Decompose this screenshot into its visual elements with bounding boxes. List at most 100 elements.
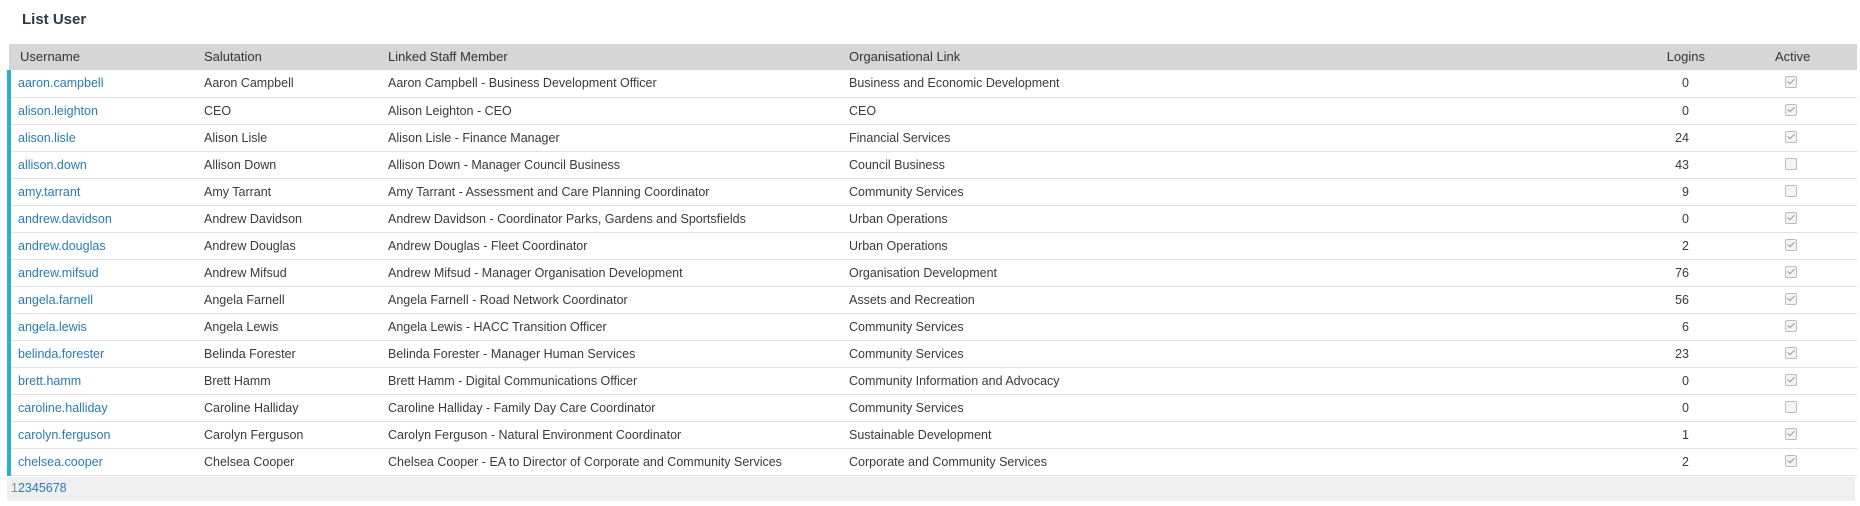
active-checkbox[interactable] bbox=[1785, 292, 1797, 305]
cell-logins: 6 bbox=[1682, 319, 1689, 334]
cell-linked-staff: Aaron Campbell - Business Development Of… bbox=[388, 76, 657, 91]
username-link[interactable]: chelsea.cooper bbox=[18, 455, 103, 469]
page-link-4[interactable]: 4 bbox=[32, 481, 39, 495]
table-row[interactable]: amy.tarrant Amy Tarrant Amy Tarrant - Asse… bbox=[7, 178, 1857, 205]
username-link[interactable]: caroline.halliday bbox=[18, 401, 108, 415]
column-header-linked-staff[interactable]: Linked Staff Member bbox=[377, 44, 838, 70]
table-row[interactable]: brett.hamm Brett Hamm Brett Hamm - Digital… bbox=[7, 367, 1857, 394]
column-header-salutation[interactable]: Salutation bbox=[193, 44, 377, 70]
cell-logins: 76 bbox=[1675, 265, 1689, 280]
cell-org-link: Community Services bbox=[849, 319, 964, 334]
table-row[interactable]: caroline.halliday Caroline Halliday Caroli… bbox=[7, 394, 1857, 421]
table-row[interactable]: aaron.campbell Aaron Campbell Aaron Campbe… bbox=[7, 70, 1857, 97]
column-header-active[interactable]: Active bbox=[1743, 44, 1857, 70]
page-link-1[interactable]: 1 bbox=[11, 481, 18, 495]
active-checkbox[interactable] bbox=[1785, 400, 1797, 413]
page-link-3[interactable]: 3 bbox=[25, 481, 32, 495]
cell-active bbox=[1743, 70, 1857, 97]
cell-username: andrew.davidson bbox=[7, 205, 193, 232]
cell-linked-staff: Angela Lewis - HACC Transition Officer bbox=[388, 319, 607, 334]
cell-org-link: Community Services bbox=[849, 184, 964, 199]
username-link[interactable]: andrew.mifsud bbox=[18, 266, 99, 280]
username-link[interactable]: angela.farnell bbox=[18, 293, 93, 307]
cell-salutation: Brett Hamm bbox=[204, 373, 271, 388]
cell-salutation: Belinda Forester bbox=[204, 346, 296, 361]
cell-org-link: Community Information and Advocacy bbox=[849, 373, 1060, 388]
username-link[interactable]: belinda.forester bbox=[18, 347, 104, 361]
username-link[interactable]: andrew.davidson bbox=[18, 212, 112, 226]
active-checkbox[interactable] bbox=[1785, 103, 1797, 116]
username-link[interactable]: alison.leighton bbox=[18, 104, 98, 118]
cell-org-link: Corporate and Community Services bbox=[849, 454, 1047, 469]
username-link[interactable]: allison.down bbox=[18, 158, 87, 172]
pagination: 12345678 bbox=[7, 477, 1855, 501]
cell-logins: 0 bbox=[1682, 400, 1689, 415]
cell-org-link: Organisation Development bbox=[849, 265, 997, 280]
cell-linked-staff: Andrew Mifsud - Manager Organisation Dev… bbox=[388, 265, 683, 280]
cell-salutation: Andrew Mifsud bbox=[204, 265, 287, 280]
active-checkbox[interactable] bbox=[1785, 238, 1797, 251]
cell-active bbox=[1743, 340, 1857, 367]
table-row[interactable]: belinda.forester Belinda Forester Belinda … bbox=[7, 340, 1857, 367]
cell-active bbox=[1743, 259, 1857, 286]
active-checkbox[interactable] bbox=[1785, 157, 1797, 170]
table-row[interactable]: alison.lisle Alison Lisle Alison Lisle - F… bbox=[7, 124, 1857, 151]
active-checkbox[interactable] bbox=[1785, 211, 1797, 224]
active-checkbox[interactable] bbox=[1785, 373, 1797, 386]
username-link[interactable]: alison.lisle bbox=[18, 131, 76, 145]
cell-active bbox=[1743, 286, 1857, 313]
column-header-username[interactable]: Username bbox=[9, 44, 193, 70]
table-row[interactable]: andrew.douglas Andrew Douglas Andrew Dougl… bbox=[7, 232, 1857, 259]
cell-active bbox=[1743, 448, 1857, 475]
table-row[interactable]: andrew.davidson Andrew Davidson Andrew Dav… bbox=[7, 205, 1857, 232]
column-header-logins[interactable]: Logins bbox=[1649, 44, 1743, 70]
cell-active bbox=[1743, 367, 1857, 394]
cell-org-link: CEO bbox=[849, 103, 877, 118]
table-row[interactable]: andrew.mifsud Andrew Mifsud Andrew Mifsud … bbox=[7, 259, 1857, 286]
page-link-8[interactable]: 8 bbox=[60, 481, 67, 495]
cell-username: allison.down bbox=[7, 151, 193, 178]
column-header-org-link[interactable]: Organisational Link bbox=[838, 44, 1649, 70]
table-row[interactable]: allison.down Allison Down Allison Down - M… bbox=[7, 151, 1857, 178]
active-checkbox[interactable] bbox=[1785, 427, 1797, 440]
page-link-5[interactable]: 5 bbox=[39, 481, 46, 495]
active-checkbox[interactable] bbox=[1785, 319, 1797, 332]
username-link[interactable]: amy.tarrant bbox=[18, 185, 80, 199]
username-link[interactable]: aaron.campbell bbox=[18, 76, 103, 90]
username-link[interactable]: brett.hamm bbox=[18, 374, 81, 388]
cell-logins: 0 bbox=[1682, 373, 1689, 388]
cell-org-link: Sustainable Development bbox=[849, 427, 992, 442]
page-link-6[interactable]: 6 bbox=[46, 481, 53, 495]
cell-username: chelsea.cooper bbox=[7, 448, 193, 475]
active-checkbox[interactable] bbox=[1785, 346, 1797, 359]
page-link-2[interactable]: 2 bbox=[18, 481, 25, 495]
cell-logins: 2 bbox=[1682, 238, 1689, 253]
active-checkbox[interactable] bbox=[1785, 454, 1797, 467]
cell-org-link: Financial Services bbox=[849, 130, 951, 145]
cell-active bbox=[1743, 313, 1857, 340]
page-title: List User bbox=[22, 11, 87, 28]
cell-salutation: Alison Lisle bbox=[204, 130, 268, 145]
table-row[interactable]: carolyn.ferguson Carolyn Ferguson Carolyn … bbox=[7, 421, 1857, 448]
table-row[interactable]: alison.leighton CEO Alison Leighton - CEO C… bbox=[7, 97, 1857, 124]
table-row[interactable]: angela.farnell Angela Farnell Angela Farne… bbox=[7, 286, 1857, 313]
cell-logins: 0 bbox=[1682, 76, 1689, 91]
cell-linked-staff: Amy Tarrant - Assessment and Care Planni… bbox=[388, 184, 710, 199]
active-checkbox[interactable] bbox=[1785, 265, 1797, 278]
table-row[interactable]: angela.lewis Angela Lewis Angela Lewis - H… bbox=[7, 313, 1857, 340]
table-row[interactable]: chelsea.cooper Chelsea Cooper Chelsea Coop… bbox=[7, 448, 1857, 475]
cell-salutation: Angela Lewis bbox=[204, 319, 279, 334]
cell-username: angela.farnell bbox=[7, 286, 193, 313]
cell-username: alison.lisle bbox=[7, 124, 193, 151]
username-link[interactable]: andrew.douglas bbox=[18, 239, 106, 253]
cell-username: brett.hamm bbox=[7, 367, 193, 394]
cell-linked-staff: Chelsea Cooper - EA to Director of Corpo… bbox=[388, 454, 782, 469]
username-link[interactable]: angela.lewis bbox=[18, 320, 87, 334]
active-checkbox[interactable] bbox=[1785, 76, 1797, 89]
page-link-7[interactable]: 7 bbox=[53, 481, 60, 495]
active-checkbox[interactable] bbox=[1785, 130, 1797, 143]
cell-salutation: CEO bbox=[204, 103, 232, 118]
active-checkbox[interactable] bbox=[1785, 184, 1797, 197]
username-link[interactable]: carolyn.ferguson bbox=[18, 428, 110, 442]
cell-active bbox=[1743, 178, 1857, 205]
